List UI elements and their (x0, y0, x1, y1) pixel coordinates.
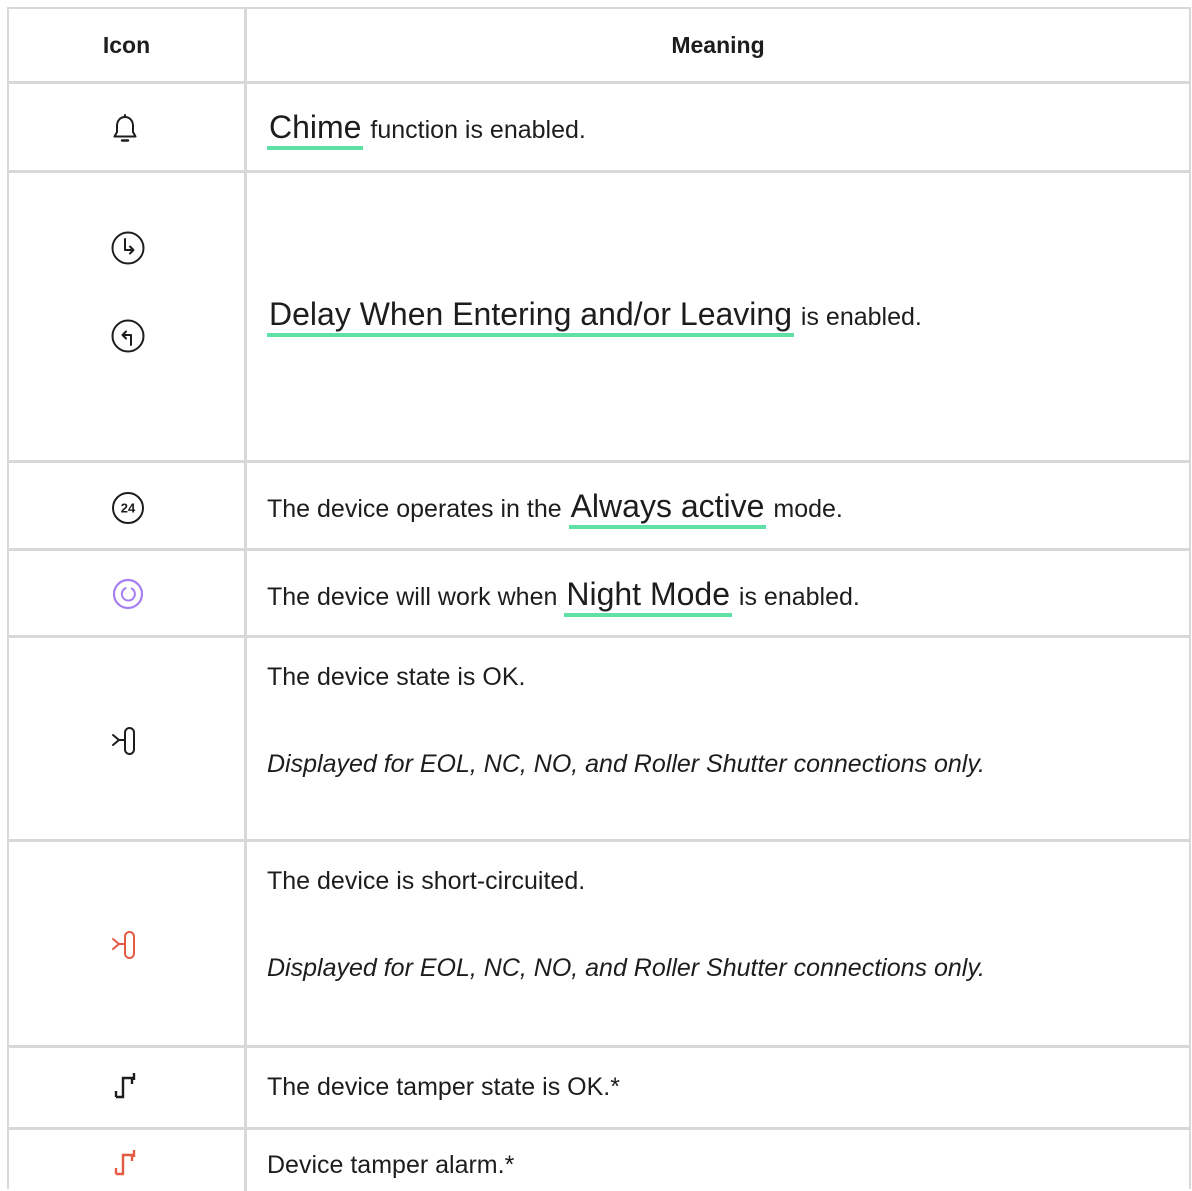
row-short-note: Displayed for EOL, NC, NO, and Roller Sh… (267, 954, 985, 982)
row-short-text: The device is short-circuited. (267, 867, 586, 895)
always-active-link[interactable]: Always active (568, 490, 767, 529)
row-tamper-alarm-text: Device tamper alarm.* (267, 1151, 515, 1179)
connection-ok-icon (112, 727, 135, 755)
row-delay-text: Delay When Entering and/or Leaving is en… (267, 298, 922, 337)
row-ok-note: Displayed for EOL, NC, NO, and Roller Sh… (267, 750, 985, 778)
tamper-ok-icon (114, 1073, 136, 1099)
night-mode-icon (112, 578, 144, 610)
short-circuit-icon (112, 931, 135, 959)
header-meaning: Meaning (671, 31, 765, 58)
row-always-active-text: The device operates in the Always active… (267, 490, 843, 529)
table-row: Device tamper alarm.* (9, 1130, 1189, 1191)
row-chime-text: Chime function is enabled. (267, 111, 586, 150)
tamper-alarm-icon (114, 1150, 136, 1176)
always-active-24-icon: 24 (112, 492, 144, 524)
night-mode-link[interactable]: Night Mode (564, 578, 732, 617)
svg-text:24: 24 (121, 501, 136, 516)
bell-icon (113, 114, 137, 142)
row-ok-text: The device state is OK. (267, 663, 526, 691)
table-row: 24 The device operates in the Always act… (9, 463, 1189, 551)
delay-entering-icon (111, 231, 145, 265)
chime-link[interactable]: Chime (267, 111, 364, 150)
delay-leaving-icon (111, 319, 145, 353)
table-row: The device tamper state is OK.* (9, 1048, 1189, 1130)
table-row: The device state is OK. Displayed for EO… (9, 638, 1189, 842)
table-row: Chime function is enabled. (9, 84, 1189, 173)
header-icon: Icon (102, 31, 151, 58)
delay-link[interactable]: Delay When Entering and/or Leaving (267, 298, 794, 337)
row-tamper-ok-text: The device tamper state is OK.* (267, 1073, 620, 1101)
icon-legend-table: Icon Meaning Chime function is enabled. (7, 7, 1191, 1191)
table-row: The device will work when Night Mode is … (9, 551, 1189, 638)
table-row: Delay When Entering and/or Leaving is en… (9, 173, 1189, 463)
row-night-mode-text: The device will work when Night Mode is … (267, 578, 860, 617)
table-header-row: Icon Meaning (9, 9, 1189, 84)
table-row: The device is short-circuited. Displayed… (9, 842, 1189, 1048)
